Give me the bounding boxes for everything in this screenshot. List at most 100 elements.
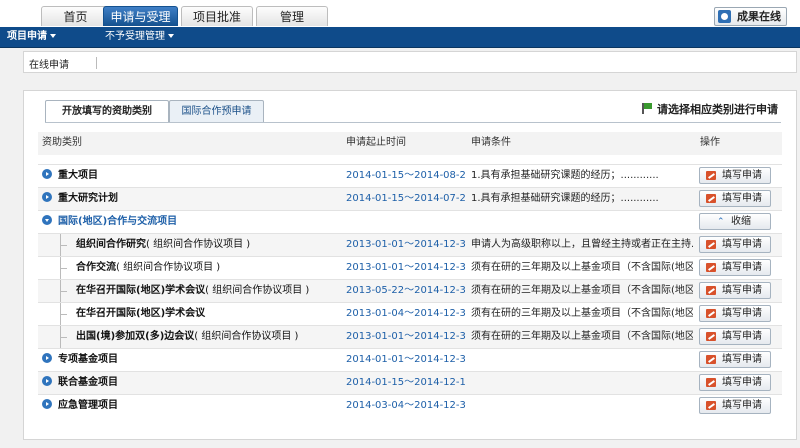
col-action: 操作: [700, 137, 720, 148]
category-name: 在华召开国际(地区)学术会议: [54, 303, 354, 325]
collapse-icon[interactable]: [42, 215, 52, 225]
table-row: 应急管理项目 2014-03-04～2014-12-31 填写申请: [38, 394, 782, 417]
row-condition: 须有在研的三年期及以上基金项目（不含国际(地区)...: [471, 285, 693, 296]
nav-rejection-management[interactable]: 不予受理管理: [105, 27, 174, 47]
row-name-text: 重大项目: [58, 170, 98, 181]
row-period: 2014-01-15～2014-12-18: [346, 377, 466, 388]
row-name-note: ( 组织间合作协议项目 ): [116, 262, 221, 273]
fill-application-button[interactable]: 填写申请: [699, 282, 771, 299]
pencil-icon: [706, 194, 716, 203]
fill-application-button[interactable]: 填写申请: [699, 374, 771, 391]
category-name: 重大研究计划: [42, 188, 342, 210]
fill-label: 填写申请: [722, 354, 762, 365]
table-row: 专项基金项目 2014-01-01～2014-12-31 填写申请: [38, 348, 782, 371]
row-name-text: 组织间合作研究: [76, 239, 146, 250]
category-name: 联合基金项目: [42, 372, 342, 394]
expand-icon[interactable]: [42, 353, 52, 363]
fill-application-button[interactable]: 填写申请: [699, 351, 771, 368]
fill-label: 填写申请: [722, 308, 762, 319]
row-name-text: 重大研究计划: [58, 193, 118, 204]
category-name: 国际(地区)合作与交流项目: [42, 211, 342, 233]
category-name: 应急管理项目: [42, 395, 342, 417]
table-row: 合作交流( 组织间合作协议项目 ) 2013-01-01～2014-12-31 …: [38, 256, 782, 279]
fill-application-button[interactable]: 填写申请: [699, 259, 771, 276]
tree-connector: [54, 303, 76, 325]
top-tab-bar: 首页 申请与受理 项目批准 管理 成果在线: [0, 0, 800, 27]
table-row: 联合基金项目 2014-01-15～2014-12-18 填写申请: [38, 371, 782, 394]
row-condition: 须有在研的三年期及以上基金项目（不含国际(地区)...: [471, 331, 693, 342]
pencil-icon: [706, 171, 716, 180]
category-name: 合作交流( 组织间合作协议项目 ): [54, 257, 354, 279]
table-row: 重大项目 2014-01-15～2014-08-29 1.具有承担基础研究课题的…: [38, 164, 782, 187]
col-condition: 申请条件: [471, 137, 511, 148]
chevron-down-icon: [168, 34, 174, 38]
row-period: 2013-05-22～2014-12-31: [346, 285, 466, 296]
breadcrumb-current: 在线申请: [29, 60, 69, 71]
expand-icon[interactable]: [42, 376, 52, 386]
row-period: 2013-01-01～2014-12-31: [346, 331, 466, 342]
fill-application-button[interactable]: 填写申请: [699, 328, 771, 345]
nav-project-apply[interactable]: 项目申请: [7, 27, 56, 47]
tab-international-pre-apply[interactable]: 国际合作预申请: [169, 100, 264, 123]
breadcrumb: 在线申请: [23, 51, 797, 73]
results-online-button[interactable]: 成果在线: [714, 7, 787, 26]
category-name: 专项基金项目: [42, 349, 342, 371]
table-row: 出国(境)参加双(多)边会议( 组织间合作协议项目 ) 2013-01-01～2…: [38, 325, 782, 348]
table-row: 在华召开国际(地区)学术会议( 组织间合作协议项目 ) 2013-05-22～2…: [38, 279, 782, 302]
category-name: 重大项目: [42, 165, 342, 187]
nav-project-apply-label: 项目申请: [7, 31, 47, 42]
results-icon: [718, 10, 731, 23]
category-name: 在华召开国际(地区)学术会议( 组织间合作协议项目 ): [54, 280, 354, 302]
col-category: 资助类别: [42, 137, 82, 148]
table-header: [38, 132, 782, 155]
row-condition: 须有在研的三年期及以上基金项目（不含国际(地区)...: [471, 308, 693, 319]
tab-open-categories[interactable]: 开放填写的资助类别: [45, 100, 169, 123]
row-name-text: 合作交流: [76, 262, 116, 273]
row-name-text: 联合基金项目: [58, 377, 118, 388]
fill-label: 填写申请: [722, 170, 762, 181]
fill-application-button[interactable]: 填写申请: [699, 305, 771, 322]
category-panel: 开放填写的资助类别 国际合作预申请 请选择相应类别进行申请 资助类别 申请起止时…: [23, 90, 797, 440]
tab-apply-accept[interactable]: 申请与受理: [103, 6, 178, 26]
row-period: 2014-01-01～2014-12-31: [346, 354, 466, 365]
tab-home[interactable]: 首页: [41, 6, 110, 26]
results-online-label: 成果在线: [737, 10, 781, 23]
tree-connector: [54, 280, 76, 302]
fill-label: 填写申请: [722, 262, 762, 273]
category-name: 出国(境)参加双(多)边会议( 组织间合作协议项目 ): [54, 326, 354, 348]
row-period: 2013-01-01～2014-12-31: [346, 239, 466, 250]
fill-label: 填写申请: [722, 377, 762, 388]
fill-label: 填写申请: [722, 285, 762, 296]
expand-icon[interactable]: [42, 169, 52, 179]
fill-application-button[interactable]: 填写申请: [699, 236, 771, 253]
collapse-label: 收缩: [731, 216, 751, 227]
pencil-icon: [706, 332, 716, 341]
expand-icon[interactable]: [42, 399, 52, 409]
row-name-text: 专项基金项目: [58, 354, 118, 365]
table-row: 在华召开国际(地区)学术会议 2013-01-04～2014-12-31 须有在…: [38, 302, 782, 325]
fill-label: 填写申请: [722, 193, 762, 204]
fill-application-button[interactable]: 填写申请: [699, 190, 771, 207]
tab-underline: [45, 122, 781, 123]
tab-management[interactable]: 管理: [256, 6, 328, 26]
row-name-note: ( 组织间合作协议项目 ): [205, 285, 310, 296]
table-row: 组织间合作研究( 组织间合作协议项目 ) 2013-01-01～2014-12-…: [38, 233, 782, 256]
instruction-hint: 请选择相应类别进行申请: [642, 101, 778, 117]
table-row: 重大研究计划 2014-01-15～2014-07-25 1.具有承担基础研究课…: [38, 187, 782, 210]
tab-project-approval[interactable]: 项目批准: [181, 6, 253, 26]
category-name: 组织间合作研究( 组织间合作协议项目 ): [54, 234, 354, 256]
pencil-icon: [706, 286, 716, 295]
expand-icon[interactable]: [42, 192, 52, 202]
sub-nav-bar: 项目申请 不予受理管理: [0, 27, 800, 48]
flag-icon: [642, 103, 652, 114]
pencil-icon: [706, 355, 716, 364]
collapse-button[interactable]: ⌃ 收缩: [699, 213, 771, 230]
tree-connector: [54, 326, 76, 348]
row-name-note: ( 组织间合作协议项目 ): [146, 239, 251, 250]
row-name-text: 国际(地区)合作与交流项目: [58, 216, 178, 227]
table-row: 国际(地区)合作与交流项目 ⌃ 收缩: [38, 210, 782, 233]
chevron-up-icon: ⌃: [717, 217, 725, 227]
fill-application-button[interactable]: 填写申请: [699, 167, 771, 184]
row-condition: 须有在研的三年期及以上基金项目（不含国际(地区)...: [471, 262, 693, 273]
fill-application-button[interactable]: 填写申请: [699, 397, 771, 414]
